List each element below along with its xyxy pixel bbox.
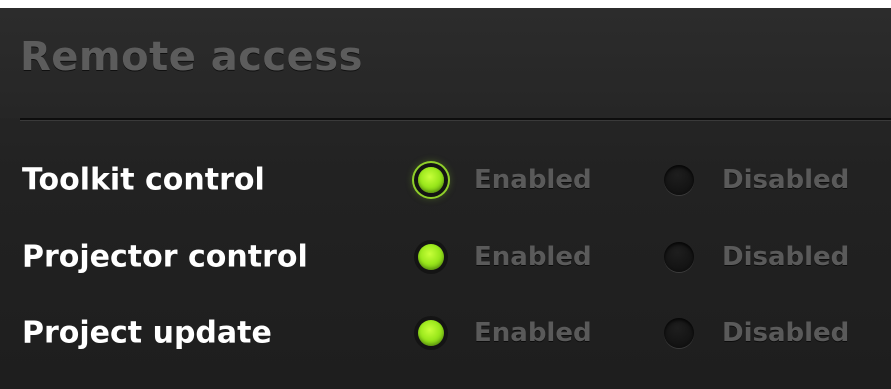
option-label-enabled: Enabled (474, 318, 592, 348)
setting-label: Project update (22, 315, 272, 351)
toolkit-control-enabled-option[interactable]: Enabled (416, 158, 592, 202)
projector-control-enabled-option[interactable]: Enabled (416, 235, 592, 279)
radio-selected-icon[interactable] (418, 167, 444, 193)
header-divider (20, 118, 891, 121)
panel-header: Remote access (0, 8, 891, 118)
top-edge (0, 0, 891, 8)
option-label-disabled: Disabled (722, 242, 850, 272)
radio-selected-icon[interactable] (418, 320, 444, 346)
project-update-disabled-option[interactable]: Disabled (664, 311, 849, 355)
setting-label: Projector control (22, 239, 308, 275)
panel-title: Remote access (20, 34, 363, 80)
option-label-enabled: Enabled (474, 242, 592, 272)
setting-label: Toolkit control (22, 162, 265, 198)
toolkit-control-disabled-option[interactable]: Disabled (664, 158, 849, 202)
radio-unselected-icon[interactable] (664, 165, 694, 195)
setting-row-project-update: Project update Enabled Disabled (0, 303, 891, 363)
project-update-enabled-option[interactable]: Enabled (416, 311, 592, 355)
option-label-enabled: Enabled (474, 165, 592, 195)
option-label-disabled: Disabled (722, 165, 850, 195)
remote-access-panel: Remote access Toolkit control Enabled Di… (0, 0, 891, 389)
setting-row-toolkit-control: Toolkit control Enabled Disabled (0, 150, 891, 210)
projector-control-disabled-option[interactable]: Disabled (664, 235, 849, 279)
radio-selected-icon[interactable] (418, 244, 444, 270)
radio-unselected-icon[interactable] (664, 318, 694, 348)
radio-unselected-icon[interactable] (664, 242, 694, 272)
setting-row-projector-control: Projector control Enabled Disabled (0, 227, 891, 287)
option-label-disabled: Disabled (722, 318, 850, 348)
